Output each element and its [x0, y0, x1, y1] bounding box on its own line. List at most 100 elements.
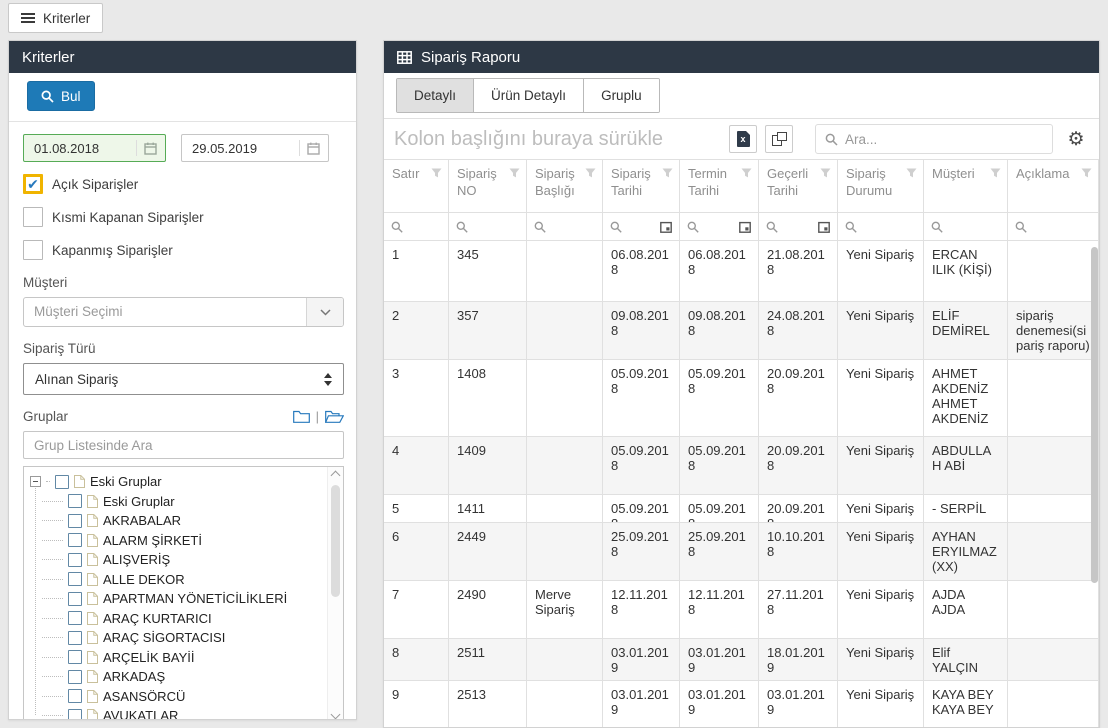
- collapse-folders-icon[interactable]: [293, 410, 310, 423]
- filter-icon[interactable]: [820, 168, 831, 178]
- scroll-down-icon[interactable]: [331, 710, 341, 720]
- tree-item-label[interactable]: ALIŞVERİŞ: [103, 552, 170, 567]
- column-filter-cell[interactable]: [759, 213, 838, 240]
- tree-checkbox[interactable]: [68, 611, 82, 625]
- collapse-icon[interactable]: [30, 476, 41, 487]
- grid-vertical-scrollbar[interactable]: [1091, 243, 1098, 727]
- tree-item[interactable]: ALLE DEKOR: [30, 570, 327, 590]
- tree-item[interactable]: ALIŞVERİŞ: [30, 550, 327, 570]
- tree-item[interactable]: AVUKATLAR: [30, 706, 327, 720]
- tree-item[interactable]: ARAÇ SİGORTACISI: [30, 628, 327, 648]
- tree-item-label[interactable]: ASANSÖRCÜ: [103, 689, 185, 704]
- date-to-input[interactable]: 29.05.2019: [181, 134, 329, 162]
- calendar-icon[interactable]: [739, 221, 751, 233]
- tree-vertical-scrollbar[interactable]: [327, 467, 343, 720]
- column-filter-cell[interactable]: [449, 213, 527, 240]
- tree-item-label[interactable]: AKRABALAR: [103, 513, 181, 528]
- column-filter-cell[interactable]: [603, 213, 680, 240]
- column-header[interactable]: Satır: [384, 160, 449, 212]
- column-chooser-button[interactable]: [765, 125, 793, 153]
- settings-button[interactable]: ⚙: [1063, 125, 1089, 153]
- table-row[interactable]: 6244925.09.201825.09.201810.10.2018Yeni …: [384, 523, 1099, 581]
- tree-item[interactable]: APARTMAN YÖNETİCİLİKLERİ: [30, 589, 327, 609]
- tree-item[interactable]: ARAÇ KURTARICI: [30, 609, 327, 629]
- table-row[interactable]: 72490Merve Sipariş12.11.201812.11.201827…: [384, 581, 1099, 639]
- table-row[interactable]: 134506.08.201806.08.201821.08.2018Yeni S…: [384, 241, 1099, 302]
- group-search-input[interactable]: Grup Listesinde Ara: [23, 431, 344, 459]
- checkbox[interactable]: [23, 207, 43, 227]
- order-type-select[interactable]: Alınan Sipariş: [23, 363, 344, 395]
- column-filter-cell[interactable]: [384, 213, 449, 240]
- tree-checkbox[interactable]: [68, 650, 82, 664]
- scroll-up-icon[interactable]: [331, 471, 341, 481]
- tree-item-label[interactable]: ARKADAŞ: [103, 669, 165, 684]
- calendar-icon[interactable]: [660, 221, 672, 233]
- tab-gruplu[interactable]: Gruplu: [584, 79, 659, 112]
- table-row[interactable]: 4140905.09.201805.09.201820.09.2018Yeni …: [384, 437, 1099, 495]
- tree-item[interactable]: ALARM ŞİRKETİ: [30, 531, 327, 551]
- tree-item-label[interactable]: Eski Gruplar: [103, 494, 175, 509]
- table-row[interactable]: 5141105.09.201805.09.201820.09.2018Yeni …: [384, 495, 1099, 523]
- filter-icon[interactable]: [741, 168, 752, 178]
- calendar-icon[interactable]: [144, 142, 157, 155]
- tree-item[interactable]: ARKADAŞ: [30, 667, 327, 687]
- table-row[interactable]: 8251103.01.201903.01.201918.01.2019Yeni …: [384, 639, 1099, 681]
- grid-vscroll-thumb[interactable]: [1091, 247, 1098, 583]
- filter-icon[interactable]: [431, 168, 442, 178]
- customer-dropdown[interactable]: Müşteri Seçimi: [23, 297, 344, 327]
- tree-item-label[interactable]: ALLE DEKOR: [103, 572, 185, 587]
- tree-checkbox[interactable]: [68, 553, 82, 567]
- criteria-toggle-button[interactable]: Kriterler: [8, 3, 103, 33]
- column-filter-cell[interactable]: [527, 213, 603, 240]
- filter-icon[interactable]: [1081, 168, 1092, 178]
- column-header[interactable]: Sipariş Durumu: [838, 160, 924, 212]
- tree-root-item[interactable]: Eski Gruplar: [30, 472, 327, 492]
- tree-checkbox[interactable]: [55, 475, 69, 489]
- grid-group-panel[interactable]: Kolon başlığını buraya sürükle x Ara... …: [384, 119, 1099, 159]
- tree-item-label[interactable]: Eski Gruplar: [90, 474, 162, 489]
- tree-checkbox[interactable]: [68, 494, 82, 508]
- column-header[interactable]: Sipariş Başlığı: [527, 160, 603, 212]
- tree-checkbox[interactable]: [68, 689, 82, 703]
- column-filter-cell[interactable]: [924, 213, 1008, 240]
- tab-ürün-detaylı[interactable]: Ürün Detaylı: [474, 79, 584, 112]
- tree-checkbox[interactable]: [68, 533, 82, 547]
- customer-dropdown-button[interactable]: [306, 298, 343, 326]
- tree-vscroll-thumb[interactable]: [331, 485, 340, 597]
- expand-folders-icon[interactable]: [325, 410, 344, 423]
- table-row[interactable]: 3140805.09.201805.09.201820.09.2018Yeni …: [384, 360, 1099, 437]
- tree-item-label[interactable]: ARAÇ SİGORTACISI: [103, 630, 225, 645]
- column-filter-cell[interactable]: [680, 213, 759, 240]
- filter-icon[interactable]: [990, 168, 1001, 178]
- tab-detaylı[interactable]: Detaylı: [397, 79, 474, 112]
- filter-icon[interactable]: [906, 168, 917, 178]
- column-header[interactable]: Geçerli Tarihi: [759, 160, 838, 212]
- tree-item[interactable]: ARÇELİK BAYİİ: [30, 648, 327, 668]
- calendar-icon[interactable]: [818, 221, 830, 233]
- column-header[interactable]: Sipariş NO: [449, 160, 527, 212]
- tree-checkbox[interactable]: [68, 709, 82, 720]
- column-header[interactable]: Termin Tarihi: [680, 160, 759, 212]
- tree-item[interactable]: AKRABALAR: [30, 511, 327, 531]
- tree-checkbox[interactable]: [68, 592, 82, 606]
- calendar-icon[interactable]: [307, 142, 320, 155]
- column-filter-cell[interactable]: [1008, 213, 1099, 240]
- column-filter-cell[interactable]: [838, 213, 924, 240]
- filter-icon[interactable]: [662, 168, 673, 178]
- grid-search-input[interactable]: Ara...: [815, 124, 1053, 154]
- filter-icon[interactable]: [509, 168, 520, 178]
- checkbox[interactable]: [23, 240, 43, 260]
- filter-icon[interactable]: [585, 168, 596, 178]
- column-header[interactable]: Müşteri: [924, 160, 1008, 212]
- export-excel-button[interactable]: x: [729, 125, 757, 153]
- find-button[interactable]: Bul: [27, 81, 95, 111]
- tree-item-label[interactable]: ARAÇ KURTARICI: [103, 611, 212, 626]
- tree-checkbox[interactable]: [68, 572, 82, 586]
- tree-item-label[interactable]: APARTMAN YÖNETİCİLİKLERİ: [103, 591, 287, 606]
- tree-item[interactable]: Eski Gruplar: [30, 492, 327, 512]
- tree-item-label[interactable]: ARÇELİK BAYİİ: [103, 650, 195, 665]
- tree-item-label[interactable]: ALARM ŞİRKETİ: [103, 533, 202, 548]
- column-header[interactable]: Açıklama: [1008, 160, 1099, 212]
- tree-item[interactable]: ASANSÖRCÜ: [30, 687, 327, 707]
- table-row[interactable]: 9251303.01.201903.01.201903.01.2019Yeni …: [384, 681, 1099, 728]
